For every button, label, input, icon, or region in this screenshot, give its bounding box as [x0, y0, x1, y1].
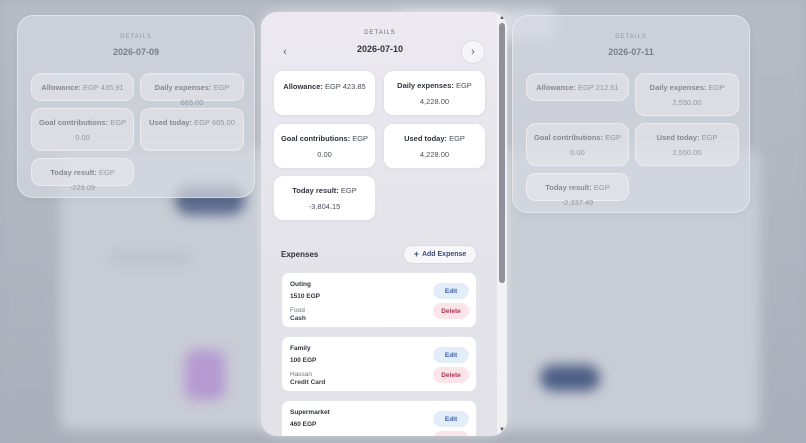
- today-result-tile: Today result: EGP -3,804.15: [273, 175, 376, 221]
- used-today-label: Used today:: [149, 118, 193, 127]
- expense-payment-method: Credit Card: [290, 379, 326, 386]
- expense-item: Outing 1510 EGP Food Cash Edit Delete: [281, 272, 477, 328]
- today-result-tile: Today result: EGP -229.09: [31, 158, 134, 192]
- edit-expense-button[interactable]: Edit: [433, 347, 469, 363]
- used-today-label: Used today:: [404, 134, 447, 143]
- background-text: [110, 250, 190, 266]
- goal-contributions-label: Goal contributions:: [280, 134, 351, 143]
- today-result-tile: Today result: EGP -2,337.49: [526, 173, 629, 207]
- expense-category: Hassan: [290, 371, 313, 378]
- expense-payment-method: Cash: [290, 315, 306, 322]
- edit-expense-button[interactable]: Edit: [433, 283, 469, 299]
- day-date: 2026-07-09: [112, 47, 160, 57]
- delete-expense-button[interactable]: Delete: [433, 367, 469, 383]
- add-expense-button[interactable]: + Add Expense: [403, 245, 477, 264]
- scroll-up-arrow-icon[interactable]: ▲: [499, 14, 505, 22]
- allowance-label: Allowance:: [536, 83, 576, 92]
- used-today-label: Used today:: [656, 133, 700, 142]
- goal-contributions-label: Goal contributions:: [533, 133, 604, 142]
- scroll-down-arrow-icon[interactable]: ▼: [499, 426, 505, 434]
- expense-name: Family: [290, 345, 311, 352]
- allowance-tile: Allowance: EGP 435.91: [31, 73, 134, 101]
- daily-expenses-tile: Daily expenses: EGP 665.00: [140, 73, 244, 107]
- expense-item: Family 100 EGP Hassan Credit Card Edit D…: [281, 336, 477, 392]
- expense-item: Supermarket 460 EGP Edit Delete: [281, 400, 477, 436]
- daily-expenses-tile: Daily expenses: EGP 2,550.00: [635, 73, 739, 116]
- used-today-tile: Used today: EGP 665.00: [140, 108, 244, 151]
- expense-name: Supermarket: [290, 409, 330, 416]
- goal-contributions-tile: Goal contributions: EGP 0.00: [273, 123, 376, 169]
- chevron-right-icon: ›: [471, 46, 475, 58]
- edit-expense-button[interactable]: Edit: [433, 411, 469, 427]
- add-expense-label: Add Expense: [421, 251, 467, 258]
- details-kicker: DETAILS: [120, 34, 152, 40]
- allowance-tile: Allowance: EGP 423.85: [273, 70, 376, 116]
- expense-amount: 1510 EGP: [290, 293, 320, 300]
- allowance-value: EGP 435.91: [82, 83, 124, 92]
- used-today-tile: Used today: EGP 2,550.00: [635, 123, 739, 166]
- today-result-label: Today result:: [292, 186, 339, 195]
- day-details-panel[interactable]: DETAILS 2026-07-10 ‹ › Allowance: EGP 42…: [261, 12, 507, 436]
- next-day-button[interactable]: ›: [461, 40, 485, 64]
- delete-expense-button[interactable]: Delete: [433, 431, 469, 436]
- used-today-value: EGP 665.00: [194, 118, 235, 127]
- allowance-label: Allowance:: [41, 83, 81, 92]
- expense-category: Food: [290, 307, 305, 314]
- previous-day-button[interactable]: ‹: [273, 40, 297, 64]
- allowance-value: EGP 423.85: [324, 82, 366, 91]
- expense-amount: 100 EGP: [290, 357, 317, 364]
- goal-contributions-tile: Goal contributions: EGP 0.00: [31, 108, 134, 151]
- allowance-label: Allowance:: [283, 82, 323, 91]
- background-button: [540, 365, 600, 391]
- today-result-label: Today result:: [545, 183, 592, 192]
- details-kicker: DETAILS: [615, 34, 647, 40]
- previous-day-card[interactable]: DETAILS 2026-07-09 Allowance: EGP 435.91…: [17, 15, 255, 198]
- used-today-tile: Used today: EGP 4,228.00: [383, 123, 486, 169]
- today-result-label: Today result:: [50, 168, 97, 177]
- allowance-tile: Allowance: EGP 212.51: [526, 73, 629, 101]
- goal-contributions-label: Goal contributions:: [38, 118, 109, 127]
- chevron-left-icon: ‹: [283, 46, 287, 58]
- daily-expenses-tile: Daily expenses: EGP 4,228.00: [383, 70, 486, 116]
- scrollbar-thumb[interactable]: [499, 23, 505, 283]
- day-date: 2026-07-11: [608, 47, 654, 57]
- allowance-value: EGP 212.51: [577, 83, 619, 92]
- daily-expenses-label: Daily expenses:: [154, 83, 212, 92]
- plus-icon: +: [413, 249, 419, 259]
- expense-amount: 460 EGP: [290, 421, 317, 428]
- daily-expenses-label: Daily expenses:: [649, 83, 707, 92]
- panel-scrollbar[interactable]: ▲ ▼: [497, 12, 507, 436]
- daily-expenses-label: Daily expenses:: [397, 81, 454, 90]
- expenses-section-title: Expenses: [281, 250, 319, 259]
- goal-contributions-tile: Goal contributions: EGP 0.00: [526, 123, 629, 166]
- delete-expense-button[interactable]: Delete: [433, 303, 469, 319]
- expense-name: Outing: [290, 281, 311, 288]
- next-day-card[interactable]: DETAILS 2026-07-11 Allowance: EGP 212.51…: [512, 15, 750, 213]
- background-block: [185, 350, 225, 400]
- details-kicker: DETAILS: [364, 30, 396, 36]
